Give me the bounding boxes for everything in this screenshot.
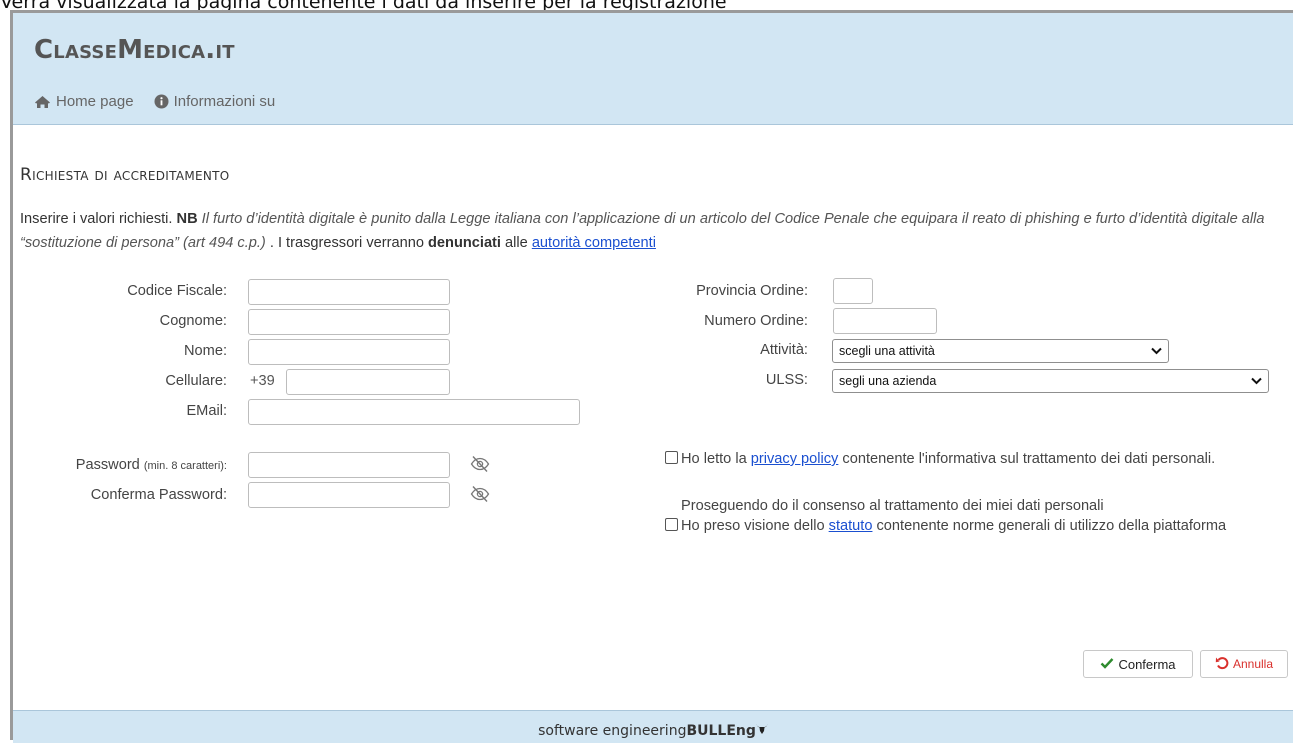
nav-home-label: Home page — [56, 93, 134, 110]
toggle-confirm-password-visibility-icon[interactable] — [470, 485, 490, 508]
ulss-select[interactable]: segli una azienda — [832, 369, 1269, 393]
page-title: Richiesta di accreditamento — [20, 165, 230, 185]
checkmark-icon — [1100, 657, 1114, 672]
attivita-label: Attività: — [760, 342, 808, 358]
cellulare-input[interactable] — [286, 369, 450, 395]
statuto-checkbox[interactable] — [665, 518, 678, 531]
privacy-post: contenente l'informativa sul trattamento… — [838, 451, 1216, 467]
conferma-password-label: Conferma Password: — [90, 487, 227, 503]
numero-ordine-label: Numero Ordine: — [704, 313, 808, 329]
cancel-button[interactable]: Annulla — [1200, 650, 1288, 678]
footer-text: software engineering — [538, 723, 687, 739]
undo-icon — [1215, 656, 1229, 673]
nav-informazioni[interactable]: Informazioni su — [154, 93, 276, 110]
password-label-text: Password — [75, 457, 144, 473]
cellulare-label: Cellulare: — [165, 373, 227, 389]
codice-fiscale-input[interactable] — [248, 279, 450, 305]
intro-mid: . I trasgressori verranno — [265, 235, 428, 251]
confirm-button[interactable]: Conferma — [1083, 650, 1193, 678]
site-footer: software engineering BULLEng — [13, 710, 1293, 743]
nav-home-page[interactable]: Home page — [34, 93, 134, 110]
browser-page: ClasseMedica.it Home page Informazioni s… — [10, 10, 1293, 743]
cognome-label: Cognome: — [159, 313, 227, 329]
cognome-input[interactable] — [248, 309, 450, 335]
intro-notice: Inserire i valori richiesti. NB Il furto… — [20, 207, 1292, 255]
conferma-password-input[interactable] — [248, 482, 450, 508]
authorities-link[interactable]: autorità competenti — [532, 235, 656, 251]
home-icon — [34, 95, 51, 109]
confirm-label: Conferma — [1118, 656, 1176, 672]
attivita-selected-value: scegli una attività — [839, 344, 935, 358]
statuto-post: contenente norme generali di utilizzo de… — [872, 518, 1227, 534]
codice-fiscale-label: Codice Fiscale: — [127, 283, 227, 299]
cellulare-prefix: +39 — [250, 373, 275, 389]
chevron-down-icon — [1151, 344, 1162, 358]
intro-lead: Inserire i valori richiesti. — [20, 211, 177, 227]
statuto-consent: Ho preso visione dello statuto contenent… — [665, 516, 1275, 536]
password-label: Password (min. 8 caratteri): — [76, 457, 227, 473]
attivita-select[interactable]: scegli una attività — [832, 339, 1169, 363]
privacy-checkbox[interactable] — [665, 451, 678, 464]
info-icon — [154, 94, 169, 109]
intro-nb: NB — [176, 211, 198, 227]
chevron-down-icon — [1251, 374, 1262, 388]
nome-input[interactable] — [248, 339, 450, 365]
provincia-ordine-label: Provincia Ordine: — [696, 283, 808, 299]
site-brand[interactable]: ClasseMedica.it — [34, 35, 235, 65]
privacy-consent: Ho letto la privacy policy contenente l'… — [665, 449, 1275, 469]
nome-label: Nome: — [184, 343, 227, 359]
ulss-selected-value: segli una azienda — [839, 374, 937, 388]
bull-logo-icon — [756, 723, 768, 739]
email-input[interactable] — [248, 399, 580, 425]
ulss-label: ULSS: — [765, 372, 808, 388]
statuto-pre: Ho preso visione dello — [681, 518, 829, 534]
footer-brand: BULLEng — [686, 723, 756, 739]
nav-info-label: Informazioni su — [173, 93, 276, 110]
toggle-password-visibility-icon[interactable] — [470, 455, 490, 478]
email-label: EMail: — [186, 403, 227, 419]
cancel-label: Annulla — [1232, 657, 1274, 671]
privacy-policy-link[interactable]: privacy policy — [751, 451, 839, 467]
site-header: ClasseMedica.it Home page Informazioni s… — [13, 13, 1293, 125]
password-input[interactable] — [248, 452, 450, 478]
consent-note: Proseguendo do il consenso al trattament… — [681, 498, 1104, 514]
password-note: (min. 8 caratteri): — [143, 460, 227, 472]
main-nav: Home page Informazioni su — [34, 93, 275, 110]
statuto-link[interactable]: statuto — [829, 518, 873, 534]
provincia-ordine-input[interactable] — [833, 278, 873, 304]
intro-after: alle — [500, 235, 532, 251]
privacy-pre: Ho letto la — [681, 451, 751, 467]
numero-ordine-input[interactable] — [833, 308, 937, 334]
intro-bold: denunciati — [428, 235, 501, 251]
